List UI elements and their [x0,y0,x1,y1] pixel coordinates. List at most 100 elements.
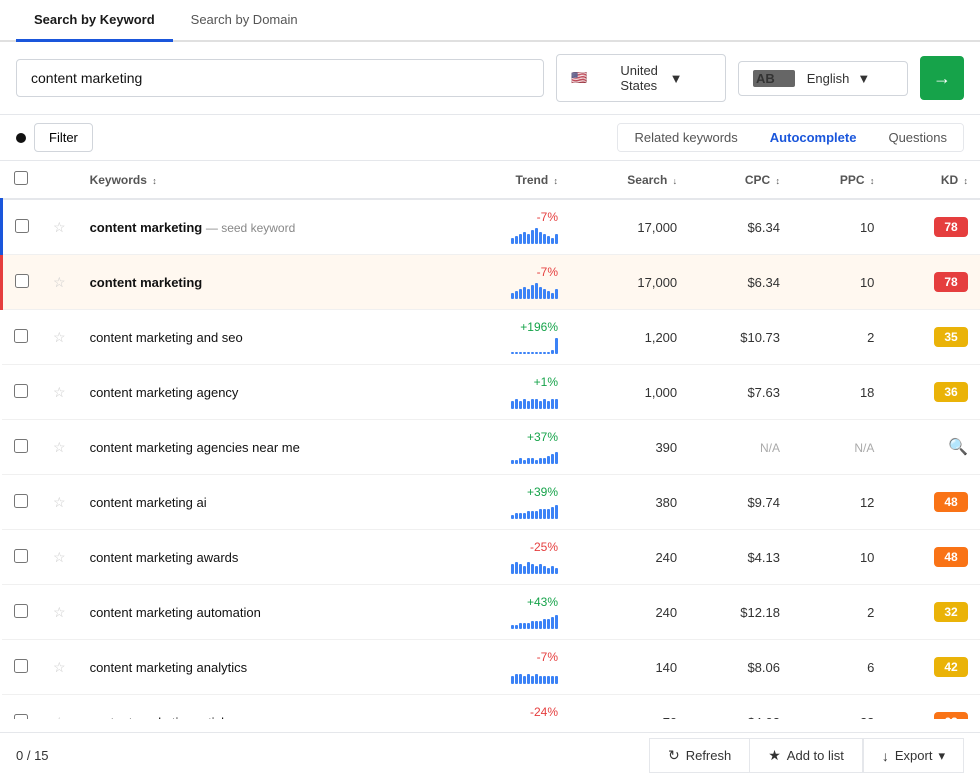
cpc-sort-icon: ↕ [776,176,781,186]
star-icon[interactable]: ☆ [53,494,66,510]
mini-bar [555,399,558,409]
mini-bar [555,505,558,519]
mini-bar [511,564,514,574]
language-selector[interactable]: AB English ▼ [738,61,908,96]
country-selector[interactable]: 🇺🇸 United States ▼ [556,54,726,102]
star-icon[interactable]: ☆ [53,604,66,620]
search-volume-cell: 1,200 [570,310,689,365]
search-icon: 🔍 [948,439,968,456]
trend-cell: +39% [455,475,570,530]
mini-bar [519,352,522,354]
search-volume-cell: 240 [570,530,689,585]
export-label: Export [895,748,933,763]
star-cell: ☆ [41,199,78,255]
ppc-cell: 2 [792,310,886,365]
row-checkbox-cell [2,420,42,475]
cpc-col-header[interactable]: CPC ↕ [689,161,792,199]
row-checkbox[interactable] [14,604,28,618]
mini-bar [511,460,514,464]
trend-sort-icon: ↕ [554,176,559,186]
mini-bar [551,617,554,629]
star-icon[interactable]: ☆ [53,659,66,675]
mini-bar [555,676,558,684]
filter-button[interactable]: Filter [34,123,93,152]
mini-bar [523,676,526,684]
mini-bar [543,676,546,684]
bottom-bar: 0 / 15 ↻ Refresh ★ Add to list ↓ Export … [0,732,980,778]
trend-chart [467,391,558,409]
mini-bar [523,352,526,354]
tab-autocomplete[interactable]: Autocomplete [754,124,873,151]
mini-bar [531,458,534,464]
row-checkbox[interactable] [14,494,28,508]
ppc-cell: 2 [792,585,886,640]
filter-dot [16,133,26,143]
star-icon[interactable]: ☆ [53,274,66,290]
mini-bar [551,566,554,574]
mini-bar [539,232,542,244]
search-volume-cell: 380 [570,475,689,530]
mini-bar [511,515,514,519]
mini-bar [515,625,518,629]
star-cell: ☆ [41,640,78,695]
export-icon: ↓ [882,748,889,764]
mini-bar [531,285,534,299]
select-all-checkbox[interactable] [14,171,28,185]
row-checkbox[interactable] [14,659,28,673]
trend-chart [467,666,558,684]
row-checkbox[interactable] [14,549,28,563]
keywords-col-header[interactable]: Keywords ↕ [78,161,456,199]
keyword-search-input[interactable] [16,59,544,97]
kd-badge: 78 [934,272,968,292]
mini-bar [539,458,542,464]
add-to-list-button[interactable]: ★ Add to list [749,738,863,773]
language-chevron-icon: ▼ [857,71,893,86]
row-checkbox[interactable] [15,219,29,233]
mini-bar [547,509,550,519]
tab-search-by-domain[interactable]: Search by Domain [173,0,316,42]
ppc-col-header[interactable]: PPC ↕ [792,161,886,199]
tab-related-keywords[interactable]: Related keywords [618,124,753,151]
mini-bar [519,289,522,299]
row-checkbox[interactable] [14,329,28,343]
mini-bar [543,234,546,244]
star-icon[interactable]: ☆ [53,439,66,455]
search-volume-cell: 140 [570,640,689,695]
export-button[interactable]: ↓ Export ▾ [863,738,964,773]
search-volume-cell: 390 [570,420,689,475]
refresh-button[interactable]: ↻ Refresh [649,738,749,773]
ppc-cell: 10 [792,530,886,585]
mini-bar [515,236,518,244]
mini-bar [531,511,534,519]
go-button[interactable]: → [920,56,964,100]
trend-pct: +196% [467,320,558,334]
star-icon[interactable]: ☆ [53,384,66,400]
star-icon[interactable]: ☆ [53,549,66,565]
star-icon[interactable]: ☆ [53,714,66,720]
star-icon[interactable]: ☆ [53,329,66,345]
row-checkbox[interactable] [14,714,28,720]
kd-col-header[interactable]: KD ↕ [886,161,980,199]
mini-bar [527,352,530,354]
star-icon[interactable]: ☆ [53,219,66,235]
kd-cell: 36 [886,365,980,420]
add-label: Add to list [787,748,844,763]
row-checkbox[interactable] [14,384,28,398]
mini-bar [527,289,530,299]
mini-bar [531,564,534,574]
mini-bar [535,511,538,519]
search-col-header[interactable]: Search ↓ [570,161,689,199]
tab-questions[interactable]: Questions [872,124,963,151]
cpc-cell: $4.02 [689,695,792,720]
table-row: ☆content marketing agencies near me+37%3… [2,420,980,475]
trend-col-header[interactable]: Trend ↕ [455,161,570,199]
mini-bar [519,623,522,629]
keyword-cell: content marketing agency [78,365,456,420]
trend-chart [467,226,558,244]
row-checkbox[interactable] [15,274,29,288]
refresh-label: Refresh [686,748,732,763]
row-checkbox[interactable] [14,439,28,453]
select-all-header[interactable] [2,161,42,199]
keyword-type-tabs: Related keywords Autocomplete Questions [617,123,964,152]
tab-search-by-keyword[interactable]: Search by Keyword [16,0,173,42]
